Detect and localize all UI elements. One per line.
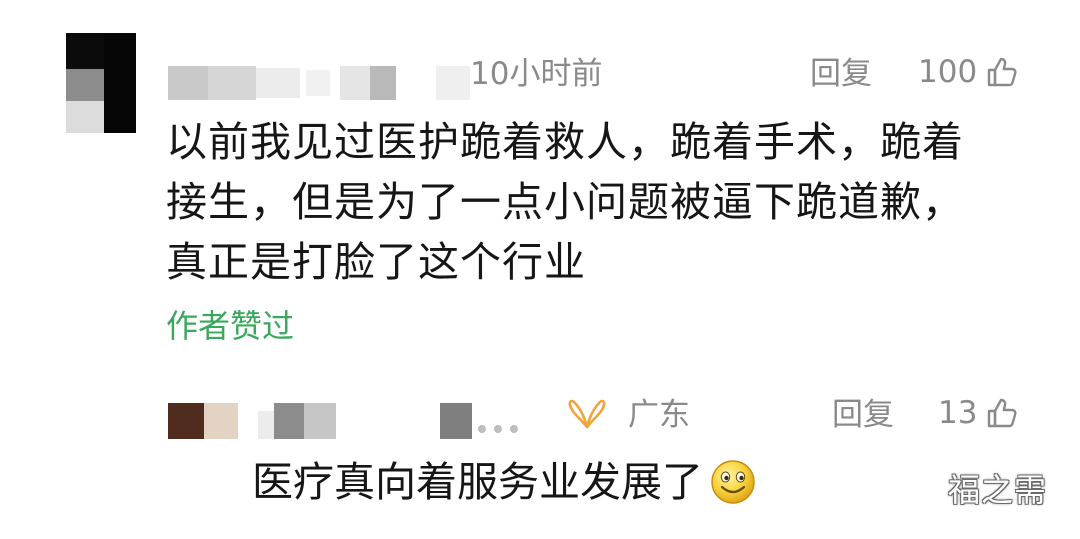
smile-emoji-icon <box>711 460 755 504</box>
like-button[interactable]: 13 <box>938 393 1019 433</box>
comment-body: 医疗真向着服务业发展了 <box>252 452 757 512</box>
ip-location-icon <box>568 399 606 429</box>
author-liked-badge: 作者赞过 <box>166 307 295 345</box>
thumbs-up-icon <box>988 398 1017 428</box>
ip-region: 广东 <box>628 397 690 433</box>
comment-time: 10小时前 <box>470 56 603 92</box>
watermark: 福之需 <box>948 471 1048 509</box>
comment-body: 以前我见过医护跪着救人，跪着手术，跪着 接生，但是为了一点小问题被逼下跪道歉， … <box>166 112 1046 292</box>
like-count: 13 <box>938 395 978 431</box>
username-pixelated[interactable] <box>168 66 470 100</box>
like-button[interactable]: 100 <box>918 52 1019 92</box>
comment-line: 以前我见过医护跪着救人，跪着手术，跪着 <box>166 118 964 166</box>
like-count: 100 <box>918 54 978 90</box>
avatar[interactable] <box>168 403 238 439</box>
thumbs-up-icon <box>987 57 1017 87</box>
comment-line: 真正是打脸了这个行业 <box>166 238 586 286</box>
username-pixelated[interactable] <box>258 403 528 439</box>
reply-button[interactable]: 回复 <box>810 54 872 94</box>
reply-button[interactable]: 回复 <box>832 395 894 435</box>
comment-line: 接生，但是为了一点小问题被逼下跪道歉， <box>166 178 964 226</box>
comment-line: 医疗真向着服务业发展了 <box>252 458 703 506</box>
avatar[interactable] <box>66 33 136 133</box>
